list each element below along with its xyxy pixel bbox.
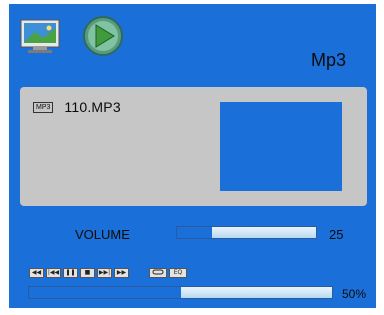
- playback-progress-bar[interactable]: [28, 286, 333, 299]
- now-playing-panel: MP3 110.MP3: [20, 87, 367, 206]
- file-type-badge: MP3: [33, 101, 54, 113]
- media-mode-label: Mp3: [310, 50, 346, 70]
- media-player-screen: Mp3 MP3 110.MP3 VOLUME 25 ◀◀ |◀◀ ❚❚ ■ ▶▶…: [9, 4, 376, 308]
- repeat-button[interactable]: [149, 268, 167, 278]
- file-name: 110.MP3: [64, 99, 121, 115]
- next-button[interactable]: ▶▶|: [97, 268, 112, 278]
- previous-button[interactable]: |◀◀: [46, 268, 61, 278]
- volume-slider-fill: [177, 227, 212, 238]
- monitor-icon[interactable]: [19, 14, 63, 58]
- pause-button[interactable]: ❚❚: [63, 268, 78, 278]
- volume-label: VOLUME: [75, 227, 130, 242]
- fast-forward-button[interactable]: ▶▶: [114, 268, 129, 278]
- eq-button[interactable]: EQ: [169, 268, 187, 278]
- volume-value: 25: [329, 227, 344, 242]
- album-art: [220, 102, 342, 191]
- playback-progress-value: 50%: [342, 287, 367, 301]
- volume-slider[interactable]: [176, 226, 317, 239]
- playback-progress-fill: [29, 287, 181, 298]
- now-playing-row[interactable]: MP3 110.MP3: [33, 97, 121, 117]
- stop-button[interactable]: ■: [80, 268, 95, 278]
- rewind-button[interactable]: ◀◀: [29, 268, 44, 278]
- playback-controls: ◀◀ |◀◀ ❚❚ ■ ▶▶| ▶▶ EQ: [29, 268, 189, 278]
- media-player-frame: Mp3 MP3 110.MP3 VOLUME 25 ◀◀ |◀◀ ❚❚ ■ ▶▶…: [0, 0, 384, 315]
- repeat-icon: [152, 269, 164, 275]
- play-icon[interactable]: [81, 14, 125, 58]
